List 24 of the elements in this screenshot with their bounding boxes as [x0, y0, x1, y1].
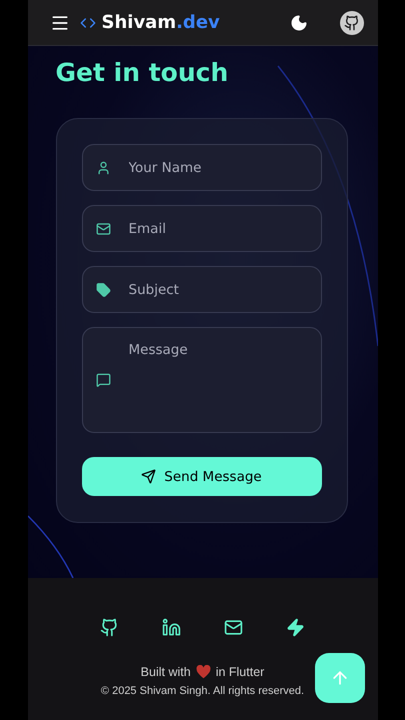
lightning-icon[interactable]	[286, 618, 305, 637]
envelope-icon[interactable]	[224, 618, 243, 637]
flutter-text: in Flutter	[216, 665, 264, 679]
input-field[interactable]: Subject	[82, 266, 322, 313]
linkedin-icon[interactable]	[162, 618, 181, 637]
input-field[interactable]: Email	[82, 205, 322, 252]
theme-toggle-button[interactable]	[290, 14, 308, 32]
logo-text[interactable]: Shivam.dev	[102, 12, 220, 33]
copyright-text: © 2025 Shivam Singh. All rights reserved.	[100, 685, 304, 697]
scroll-top-button[interactable]	[314, 653, 364, 703]
send-button[interactable]: Send Message	[82, 457, 322, 496]
envelope-icon	[96, 221, 110, 236]
chat-icon	[96, 372, 110, 388]
tag-icon	[96, 282, 110, 297]
paper-plane-icon	[141, 469, 156, 484]
github-icon[interactable]	[100, 618, 119, 637]
section-title: Get in touch	[56, 58, 230, 88]
input-field[interactable]: Your Name	[82, 144, 322, 191]
message-field[interactable]: Message	[82, 327, 322, 433]
github-button[interactable]	[340, 10, 364, 34]
github-icon	[344, 14, 360, 30]
built-with-text: Built with	[140, 665, 191, 679]
person-icon	[96, 160, 110, 175]
heart-icon	[196, 665, 211, 679]
